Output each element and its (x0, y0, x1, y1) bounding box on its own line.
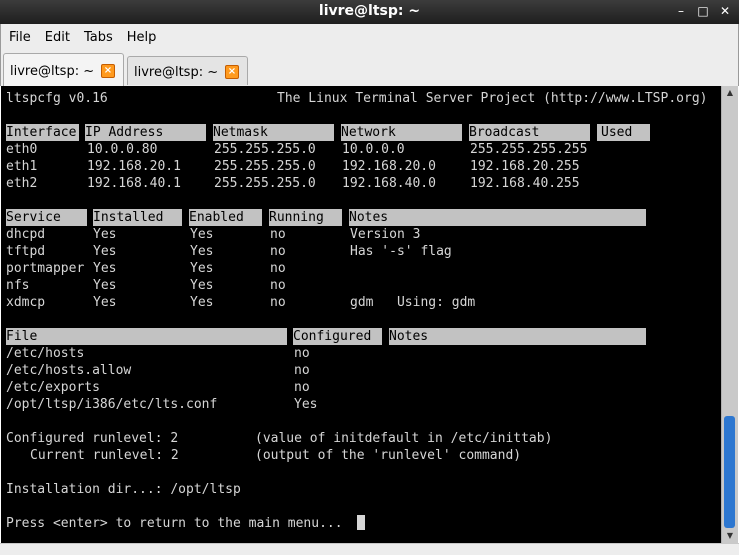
table-cell: tftpd (6, 244, 46, 259)
scrollbar-thumb[interactable] (724, 416, 735, 528)
table-cell: Yes (190, 227, 214, 242)
table-cell: /etc/hosts.allow (6, 363, 132, 378)
table-cell: Version 3 (350, 227, 421, 242)
table-cell: 192.168.20.1 (87, 159, 181, 174)
configured-runlevel: Configured runlevel: 2 (6, 431, 179, 446)
col-used: Used (597, 124, 650, 141)
table-cell: 192.168.20.0 (342, 159, 436, 174)
close-icon[interactable]: ✕ (717, 2, 733, 20)
current-runlevel: Current runlevel: 2 (30, 448, 179, 463)
table-cell: Has '-s' flag (350, 244, 452, 259)
installation-dir: Installation dir...: /opt/ltsp (6, 482, 241, 497)
scroll-up-icon[interactable]: ▲ (722, 86, 738, 100)
table-cell: 192.168.20.255 (470, 159, 580, 174)
table-cell: dhcpd (6, 227, 46, 242)
table-cell: nfs (6, 278, 30, 293)
table-cell: Yes (294, 397, 318, 412)
table-cell: Yes (190, 261, 214, 276)
text-cursor (357, 515, 365, 530)
current-runlevel-note: (output of the 'runlevel' command) (255, 448, 522, 463)
tab-2[interactable]: livre@ltsp: ~ × (127, 56, 248, 85)
scroll-down-icon[interactable]: ▼ (722, 529, 738, 543)
table-cell: 10.0.0.80 (87, 142, 158, 157)
tab-close-icon[interactable]: × (225, 65, 239, 79)
col-file: File (6, 328, 287, 345)
table-cell: Yes (93, 244, 117, 259)
table-cell: 255.255.255.0 (214, 142, 316, 157)
col-running: Running (269, 209, 342, 226)
table-cell: portmapper (6, 261, 85, 276)
menu-help[interactable]: Help (121, 30, 163, 45)
col-service: Service (6, 209, 87, 226)
col-file-notes: Notes (389, 328, 646, 345)
table-cell: gdm Using: gdm (350, 295, 476, 310)
table-cell: 255.255.255.0 (214, 159, 316, 174)
tab-label: livre@ltsp: ~ (134, 65, 219, 80)
table-cell: xdmcp (6, 295, 46, 310)
menu-tabs[interactable]: Tabs (78, 30, 119, 45)
table-cell: /opt/ltsp/i386/etc/lts.conf (6, 397, 218, 412)
table-cell: 10.0.0.0 (342, 142, 405, 157)
window-title: livre@ltsp: ~ (318, 3, 421, 19)
menu-file[interactable]: File (3, 30, 37, 45)
terminal-area[interactable]: ltspcfg v0.16 The Linux Terminal Server … (1, 86, 721, 543)
col-installed: Installed (93, 209, 182, 226)
table-cell: 255.255.255.255 (470, 142, 588, 157)
table-cell: 192.168.40.255 (470, 176, 580, 191)
tab-close-icon[interactable]: × (101, 64, 115, 78)
table-cell: no (270, 244, 286, 259)
col-network: Network (341, 124, 462, 141)
menu-edit[interactable]: Edit (39, 30, 76, 45)
table-cell: eth2 (6, 176, 38, 191)
col-ip-address: IP Address (85, 124, 206, 141)
table-cell: eth1 (6, 159, 38, 174)
table-cell: /etc/hosts (6, 346, 85, 361)
tab-label: livre@ltsp: ~ (10, 64, 95, 79)
window-titlebar[interactable]: livre@ltsp: ~ – □ ✕ (0, 0, 739, 24)
col-configured: Configured (293, 328, 382, 345)
table-cell: Yes (93, 261, 117, 276)
table-cell: 192.168.40.0 (342, 176, 436, 191)
col-netmask: Netmask (213, 124, 334, 141)
configured-runlevel-note: (value of initdefault in /etc/inittab) (255, 431, 553, 446)
table-cell: 255.255.255.0 (214, 176, 316, 191)
minimize-icon[interactable]: – (673, 2, 689, 20)
col-enabled: Enabled (189, 209, 262, 226)
table-cell: no (294, 380, 310, 395)
tab-bar: livre@ltsp: ~ × livre@ltsp: ~ × (0, 50, 739, 86)
table-cell: Yes (93, 295, 117, 310)
project-banner: The Linux Terminal Server Project (http:… (277, 91, 708, 106)
col-interface: Interface (6, 124, 79, 141)
table-cell: no (270, 278, 286, 293)
vertical-scrollbar[interactable]: ▲ ▼ (721, 86, 738, 543)
window-bottom-border (0, 543, 739, 555)
return-prompt: Press <enter> to return to the main menu… (6, 516, 343, 531)
table-cell: Yes (93, 278, 117, 293)
table-cell: Yes (190, 295, 214, 310)
menu-bar: File Edit Tabs Help (0, 24, 739, 50)
table-cell: 192.168.40.1 (87, 176, 181, 191)
table-cell: no (270, 261, 286, 276)
table-cell: Yes (190, 278, 214, 293)
tab-1[interactable]: livre@ltsp: ~ × (3, 53, 124, 86)
table-cell: no (294, 363, 310, 378)
table-cell: Yes (190, 244, 214, 259)
col-broadcast: Broadcast (469, 124, 590, 141)
col-notes: Notes (349, 209, 646, 226)
table-cell: eth0 (6, 142, 38, 157)
table-cell: Yes (93, 227, 117, 242)
table-cell: no (294, 346, 310, 361)
table-cell: /etc/exports (6, 380, 100, 395)
program-version: ltspcfg v0.16 (6, 91, 108, 106)
table-cell: no (270, 295, 286, 310)
maximize-icon[interactable]: □ (695, 2, 711, 20)
table-cell: no (270, 227, 286, 242)
